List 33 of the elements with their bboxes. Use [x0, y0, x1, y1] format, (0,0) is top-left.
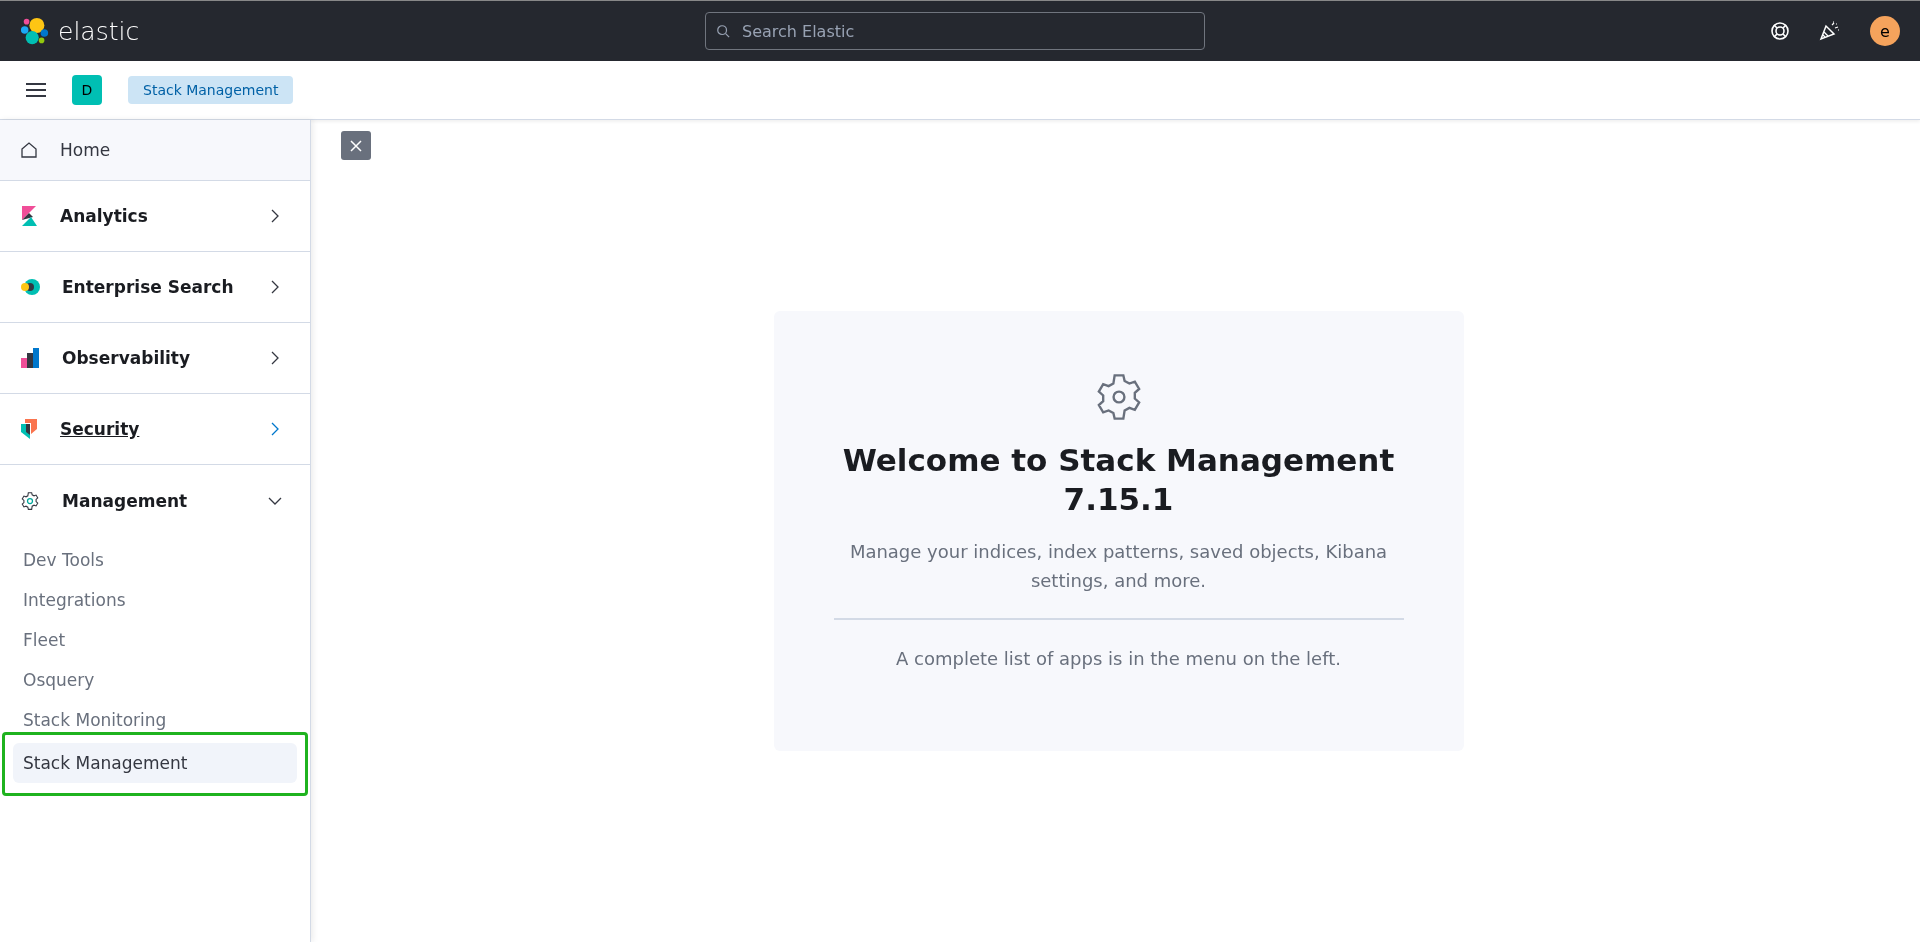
- enterprise-search-logo-icon: [20, 278, 40, 296]
- welcome-footer-text: A complete list of apps is in the menu on the left.: [896, 647, 1341, 669]
- welcome-description: Manage your indices, index patterns, saved objects, Kibana settings, and more.: [848, 539, 1389, 594]
- gear-icon: [20, 490, 40, 511]
- close-icon: [350, 139, 362, 152]
- sidebar-subitem[interactable]: Osquery: [13, 660, 297, 700]
- space-badge[interactable]: D: [72, 75, 102, 105]
- sidebar-item[interactable]: Management: [0, 465, 310, 536]
- sidebar-subitem[interactable]: Fleet: [13, 620, 297, 660]
- sidebar-item[interactable]: Home: [0, 120, 310, 181]
- user-avatar[interactable]: e: [1870, 16, 1900, 46]
- logo-icon: [20, 16, 50, 46]
- sidebar-subitem[interactable]: Integrations: [13, 580, 297, 620]
- sidebar-subitem[interactable]: Stack Management: [13, 743, 297, 783]
- security-logo-icon: [20, 419, 38, 439]
- logo-text: elastic: [58, 16, 140, 46]
- menu-icon[interactable]: [26, 82, 46, 98]
- home-icon: [20, 141, 38, 159]
- sidebar-item[interactable]: Enterprise Search: [0, 252, 310, 323]
- sidebar-subitem[interactable]: Stack Monitoring: [13, 700, 297, 740]
- sidebar-item[interactable]: Security: [0, 394, 310, 465]
- help-icon[interactable]: [1770, 21, 1790, 41]
- search-icon: [716, 24, 730, 38]
- observability-logo-icon: [20, 348, 40, 368]
- party-popper-icon[interactable]: [1819, 21, 1841, 41]
- welcome-title: Welcome to Stack Management 7.15.1: [841, 441, 1396, 519]
- search-field[interactable]: Search Elastic: [705, 12, 1205, 50]
- sidebar-item[interactable]: Observability: [0, 323, 310, 394]
- analytics-logo-icon: [20, 206, 38, 226]
- breadcrumb[interactable]: Stack Management: [128, 76, 294, 104]
- close-button[interactable]: [341, 131, 371, 160]
- sidebar-item[interactable]: Analytics: [0, 181, 310, 252]
- sidebar-subitem[interactable]: Dev Tools: [13, 540, 297, 580]
